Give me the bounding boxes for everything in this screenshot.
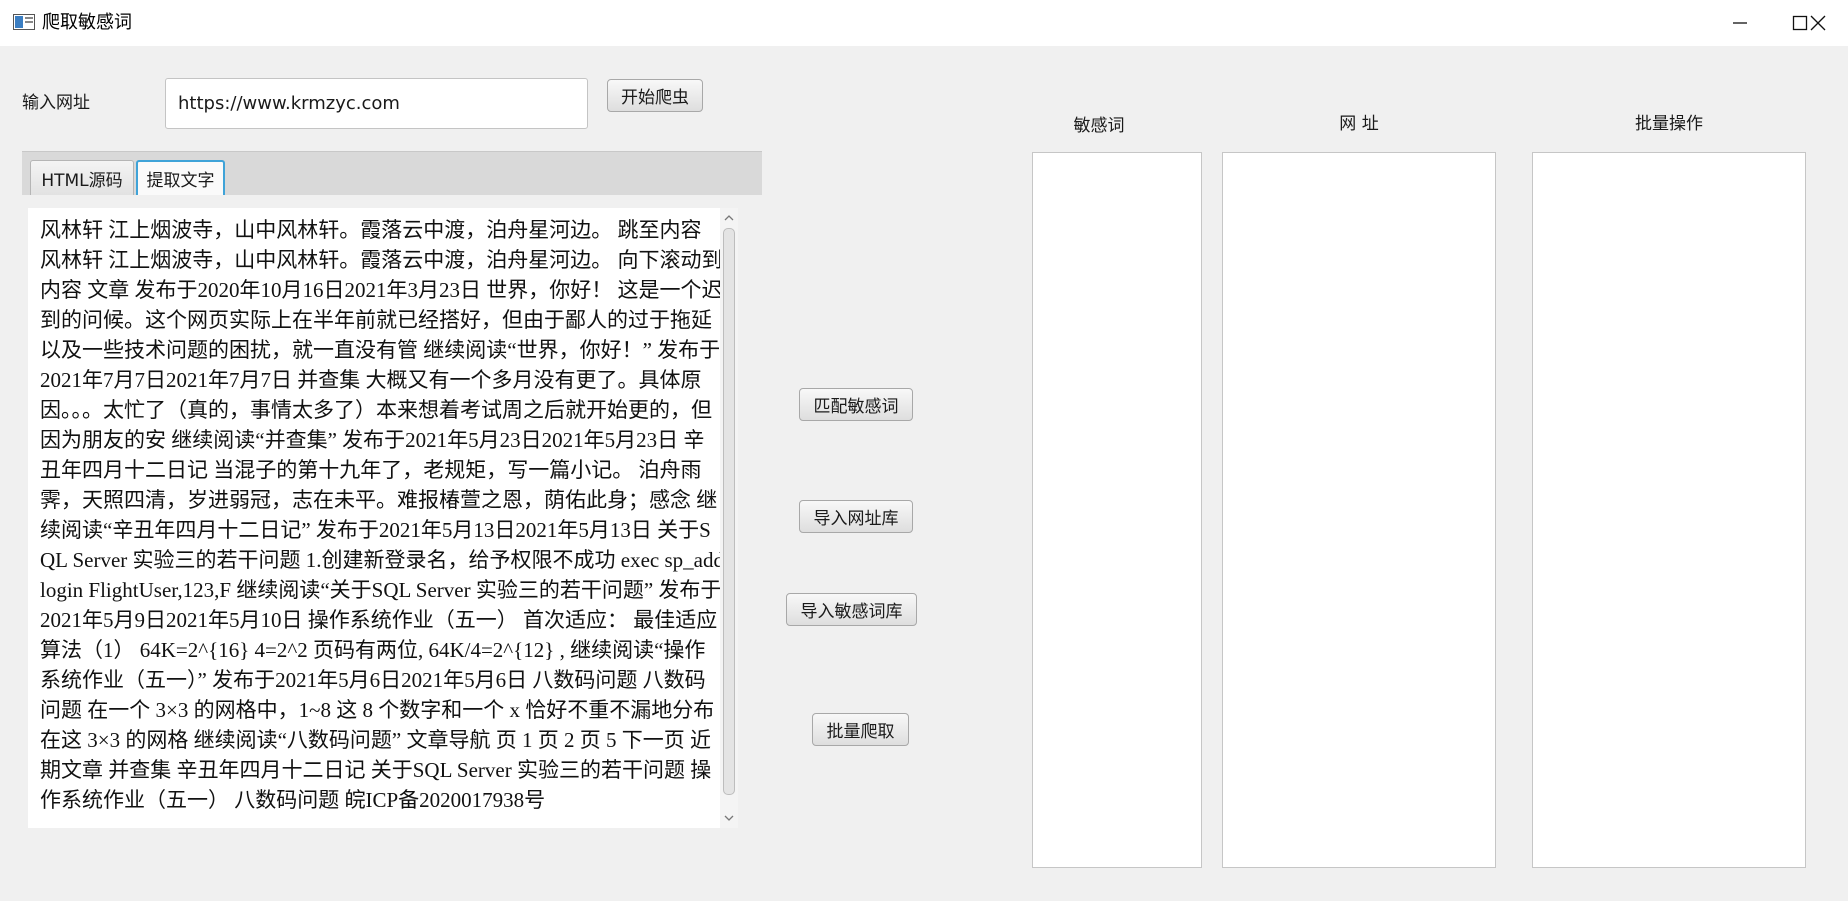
start-crawl-button[interactable]: 开始爬虫	[607, 79, 703, 112]
min-cover-120	[1710, 0, 1770, 46]
match-sensitive-words-button[interactable]: 匹配敏感词	[799, 388, 913, 421]
close-button[interactable]	[1788, 0, 1848, 46]
extracted-text: 风林轩 江上烟波寺，山中风林轩。霞落云中渡，泊舟星河边。 跳至内容 风林轩 江上…	[40, 218, 724, 812]
window-title: 爬取敏感词	[42, 12, 132, 33]
app-window: 爬取敏感词 输入网址 https://www.krmzyc.com 开始爬虫 H…	[0, 0, 1848, 901]
import-url-library-button[interactable]: 导入网址库	[799, 500, 913, 533]
batch-crawl-button[interactable]: 批量爬取	[812, 713, 909, 746]
urls-header: 网 址	[1339, 114, 1379, 134]
batch-operations-header: 批量操作	[1635, 114, 1703, 134]
import-sensitive-word-library-button[interactable]: 导入敏感词库	[786, 593, 917, 626]
scroll-up-icon[interactable]	[723, 212, 735, 224]
close-icon	[1810, 15, 1826, 31]
title-bar: 爬取敏感词	[0, 0, 1848, 46]
url-input[interactable]	[165, 78, 588, 129]
scroll-down-icon[interactable]	[723, 812, 735, 824]
vertical-scrollbar[interactable]	[720, 208, 738, 828]
sensitive-words-header: 敏感词	[1073, 116, 1125, 136]
tab-html-source[interactable]: HTML源码	[30, 160, 134, 195]
batch-operations-list[interactable]	[1532, 152, 1806, 868]
url-label: 输入网址	[22, 93, 90, 113]
tab-bar: HTML源码 提取文字	[22, 151, 762, 195]
extracted-text-area[interactable]: 风林轩 江上烟波寺，山中风林轩。霞落云中渡，泊舟星河边。 跳至内容 风林轩 江上…	[28, 208, 738, 828]
urls-list[interactable]	[1222, 152, 1496, 868]
tab-extract-text[interactable]: 提取文字	[136, 160, 225, 195]
sensitive-words-list[interactable]	[1032, 152, 1202, 868]
app-icon	[13, 14, 35, 30]
scrollbar-thumb[interactable]	[723, 228, 735, 795]
